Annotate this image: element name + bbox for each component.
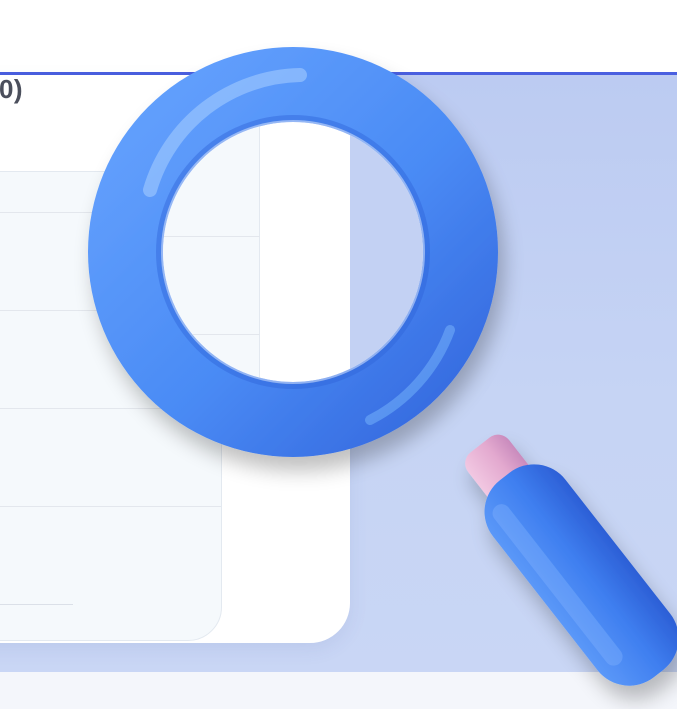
handle-grip	[484, 464, 677, 686]
screen: 20)	[0, 0, 677, 709]
magnifying-glass-icon	[88, 47, 677, 686]
card-title: 20)	[0, 74, 24, 104]
magnifier-handle	[465, 434, 677, 686]
